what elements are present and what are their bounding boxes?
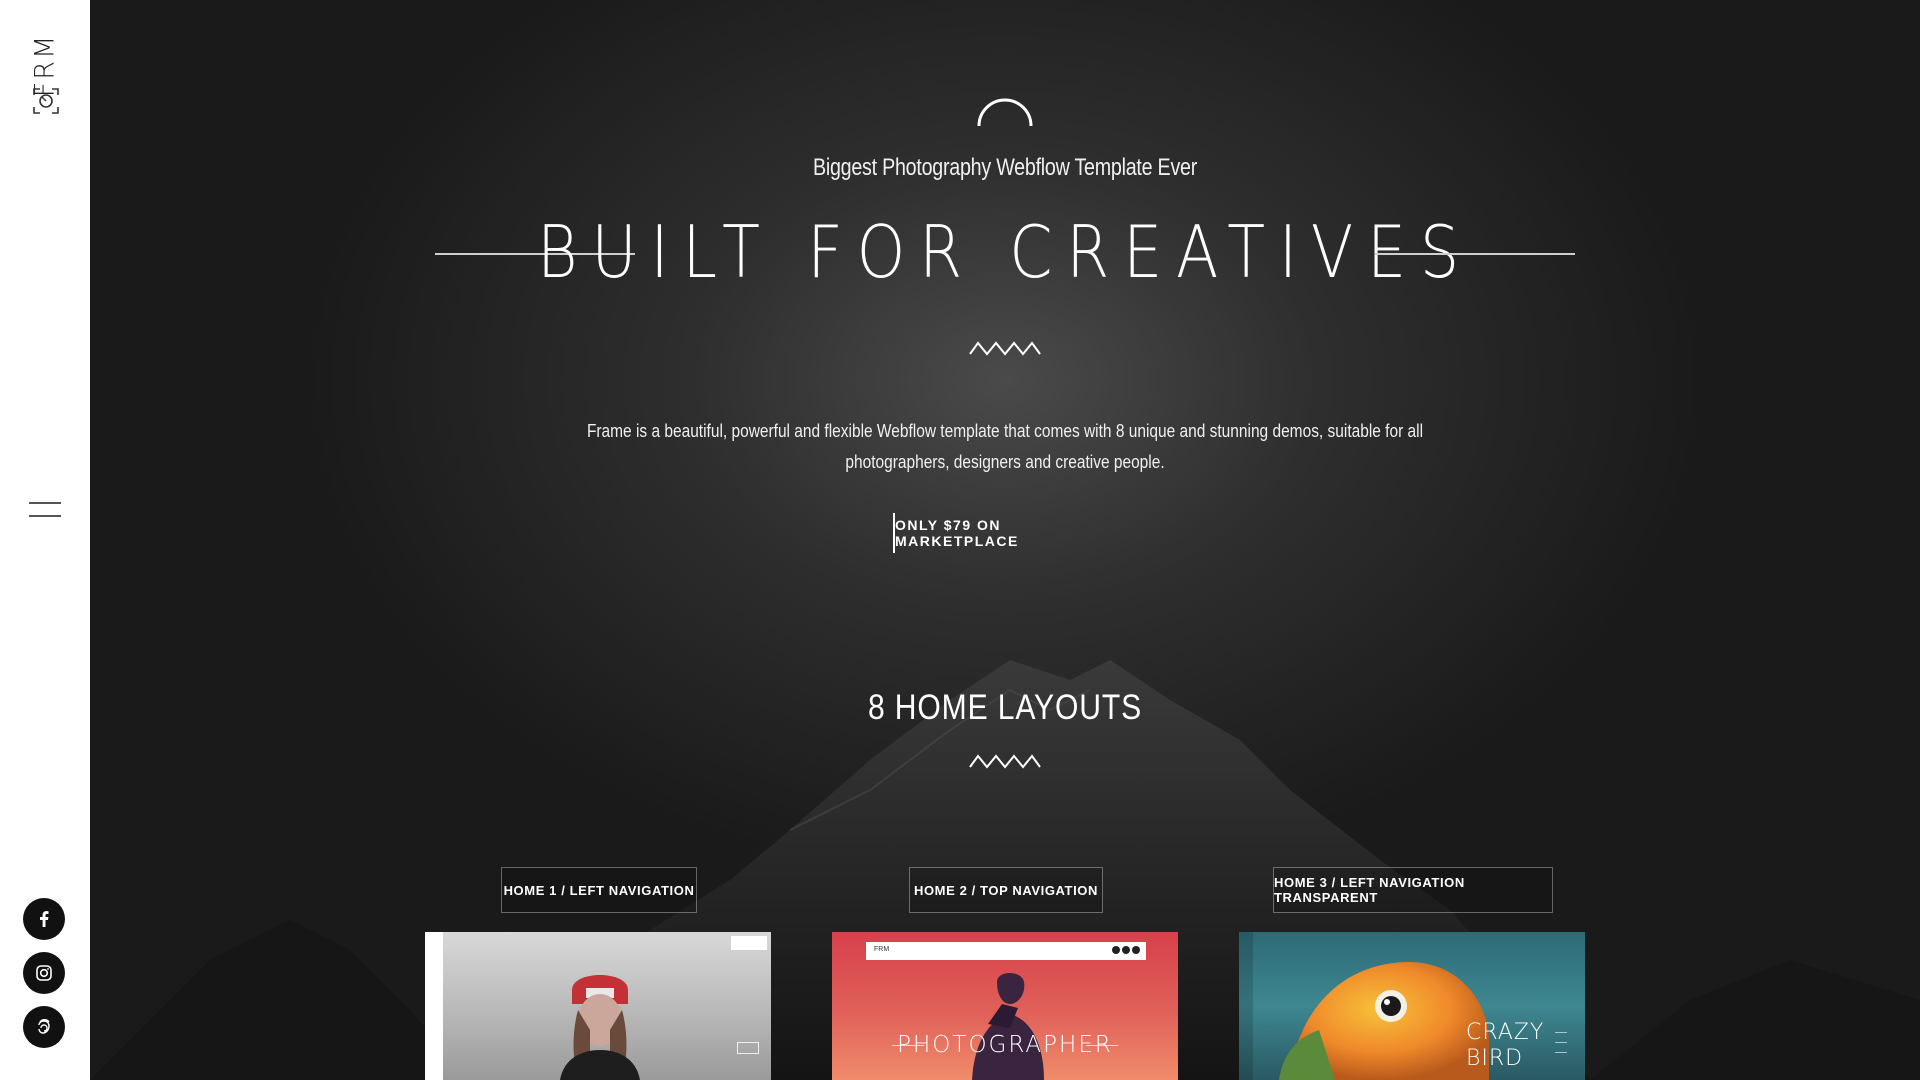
layouts-heading: 8 HOME LAYOUTS	[867, 688, 1143, 727]
thumb-title-rule	[1086, 1045, 1118, 1046]
side-line	[1555, 1042, 1567, 1043]
hero-description: Frame is a beautiful, powerful and flexi…	[586, 421, 1424, 472]
thumb-logo: FRM	[874, 946, 890, 953]
home-2-thumbnail[interactable]: FRM PHOTOGRAPHER	[832, 932, 1178, 1080]
logo[interactable]: FRM	[28, 22, 62, 118]
title-divider-right	[1375, 253, 1575, 255]
camera-icon	[33, 88, 59, 114]
dot	[1112, 946, 1120, 954]
thumb-title-line: BIRD	[1466, 1046, 1524, 1071]
thumb-top-navbar	[866, 942, 1146, 960]
thumb-nav-box	[737, 1042, 759, 1054]
thumb-photographer-title: PHOTOGRAPHER	[897, 1032, 1113, 1058]
500px-icon	[38, 1019, 50, 1034]
home-1-thumbnail[interactable]	[425, 932, 771, 1080]
instagram-button[interactable]	[23, 952, 65, 994]
home-3-thumbnail[interactable]: CRAZY BIRD	[1239, 932, 1585, 1080]
arc-decoration-icon	[977, 98, 1033, 127]
dot	[1132, 946, 1140, 954]
hero-subtitle: Biggest Photography Webflow Template Eve…	[812, 154, 1198, 181]
thumb-crazy-bird-title: CRAZY BIRD	[1466, 1020, 1544, 1072]
home-3-label-button[interactable]: HOME 3 / LEFT NAVIGATION TRANSPARENT	[1273, 867, 1553, 913]
photographer-silhouette	[972, 973, 1044, 1080]
side-line	[1555, 1032, 1567, 1033]
dot	[1122, 946, 1130, 954]
zigzag-divider-icon	[969, 754, 1041, 769]
home-1-label-button[interactable]: HOME 1 / LEFT NAVIGATION	[501, 867, 697, 913]
hamburger-line	[29, 515, 61, 517]
thumb-corner-card	[731, 936, 767, 950]
marketplace-cta-button[interactable]: ONLY $79 ON MARKETPLACE	[893, 513, 1119, 553]
portrait-illustration	[560, 975, 640, 1080]
facebook-button[interactable]	[23, 898, 65, 940]
hamburger-line	[29, 502, 61, 504]
hero-content: Biggest Photography Webflow Template Eve…	[90, 0, 1920, 1080]
sidebar: FRM	[0, 0, 90, 1080]
facebook-icon	[40, 911, 49, 927]
thumb-title-line: CRAZY	[1466, 1020, 1545, 1045]
thumb-left-nav	[1239, 932, 1253, 1080]
500px-button[interactable]	[23, 1006, 65, 1048]
hero-section: Biggest Photography Webflow Template Eve…	[90, 0, 1920, 1080]
hero-title-row: BUILT FOR CREATIVES	[90, 210, 1920, 300]
thumb-sidebar	[425, 932, 443, 1080]
instagram-icon	[36, 965, 52, 981]
hero-title: BUILT FOR CREATIVES	[537, 210, 1473, 294]
zigzag-divider-icon	[969, 341, 1041, 356]
home-2-label-button[interactable]: HOME 2 / TOP NAVIGATION	[909, 867, 1103, 913]
side-line	[1555, 1052, 1567, 1053]
menu-hamburger-icon[interactable]	[29, 500, 61, 520]
